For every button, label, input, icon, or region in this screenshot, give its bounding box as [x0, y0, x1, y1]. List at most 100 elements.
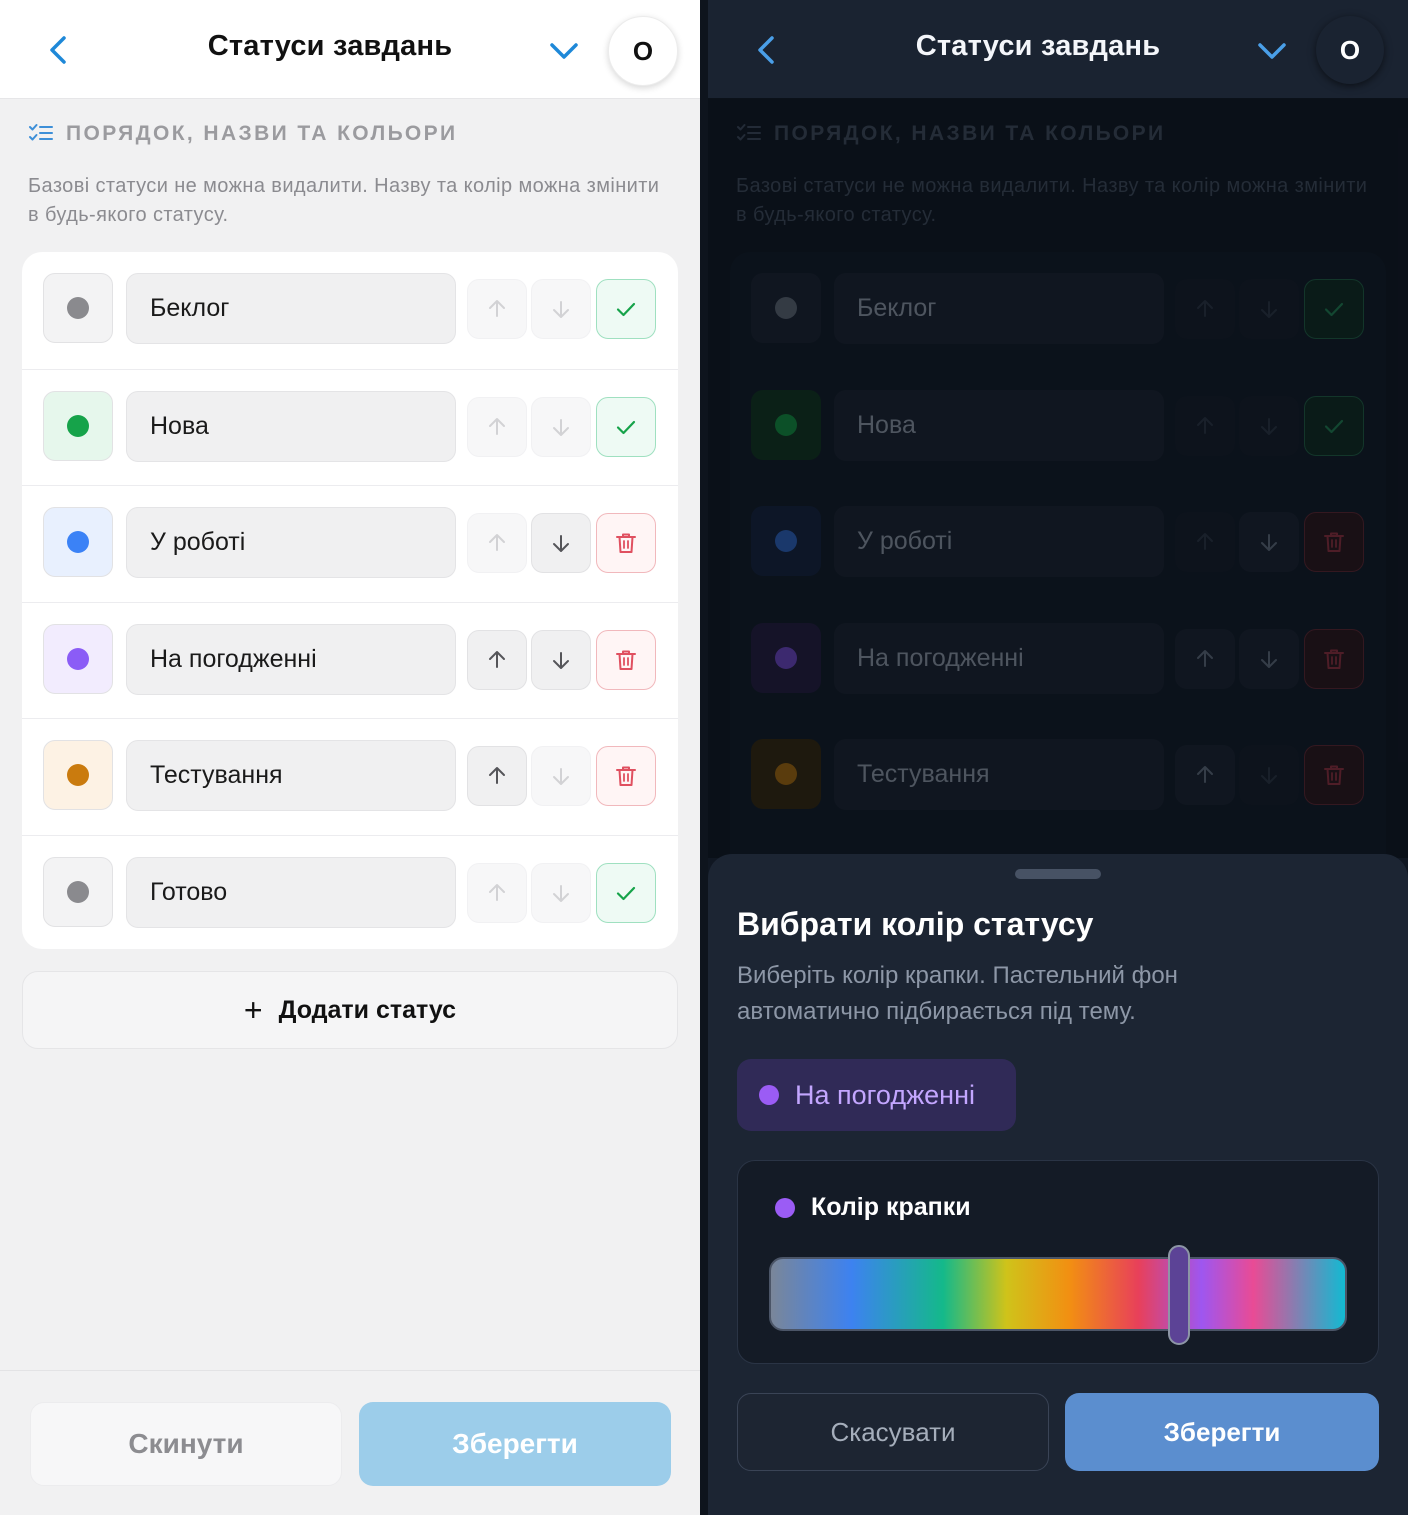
status-color-swatch[interactable] — [751, 622, 821, 693]
status-name-input[interactable]: Тестування — [834, 739, 1164, 810]
page-title-dark: Статуси завдань — [915, 30, 1161, 62]
move-down-button[interactable] — [1239, 279, 1299, 339]
section-description-dark: Базові статуси не можна видалити. Назву … — [736, 175, 1368, 226]
reset-button[interactable]: Скинути — [30, 1402, 342, 1486]
move-up-button[interactable] — [1175, 628, 1235, 689]
status-color-swatch[interactable] — [751, 506, 821, 576]
move-down-button[interactable] — [531, 629, 591, 690]
status-row: Тестування — [22, 718, 678, 835]
back-button-dark[interactable] — [750, 30, 786, 70]
trash-icon — [616, 766, 636, 786]
hue-slider-thumb[interactable] — [1168, 1245, 1190, 1345]
move-down-button[interactable] — [1239, 512, 1299, 572]
status-color-swatch[interactable] — [751, 273, 821, 343]
sheet-grab-handle[interactable] — [1015, 869, 1101, 879]
move-down-button[interactable] — [1239, 628, 1299, 689]
move-up-button[interactable] — [1175, 395, 1235, 456]
light-theme-screen: Статуси завдань О ПОРЯДОК, НАЗВИ ТА КОЛЬ… — [0, 0, 700, 1515]
confirm-button[interactable] — [596, 396, 656, 457]
delete-button[interactable] — [596, 746, 656, 806]
move-down-button[interactable] — [531, 746, 591, 806]
confirm-button[interactable] — [596, 862, 656, 923]
status-color-dot — [67, 414, 89, 437]
checkmark-icon — [616, 420, 636, 434]
status-row: На погодженні — [22, 601, 678, 719]
delete-button[interactable] — [1304, 512, 1364, 572]
confirm-button[interactable] — [1304, 395, 1364, 456]
avatar[interactable]: О — [608, 16, 678, 86]
chevron-left-icon — [50, 36, 66, 64]
move-up-button[interactable] — [467, 746, 527, 806]
move-up-button[interactable] — [1175, 512, 1235, 572]
arrow-up-icon — [489, 650, 505, 668]
move-down-button[interactable] — [531, 279, 591, 339]
cancel-button[interactable]: Скасувати — [737, 1393, 1049, 1471]
expand-menu-button-dark[interactable] — [1252, 34, 1292, 68]
status-row: Тестування — [730, 718, 1386, 834]
arrow-up-icon — [1197, 416, 1213, 434]
status-name-input[interactable]: Тестування — [126, 740, 456, 811]
move-down-button[interactable] — [1239, 745, 1299, 805]
status-color-swatch[interactable] — [43, 740, 113, 810]
move-up-button[interactable] — [467, 513, 527, 573]
status-color-swatch[interactable] — [43, 273, 113, 343]
status-color-dot — [775, 530, 797, 552]
status-list: Беклог Нова У роботі На погодженні Тестуванн… — [22, 252, 678, 949]
arrow-down-icon — [1261, 301, 1277, 318]
move-up-button[interactable] — [467, 862, 527, 923]
add-status-button[interactable]: + Додати статус — [22, 971, 678, 1049]
arrow-down-icon — [553, 884, 569, 902]
delete-button[interactable] — [1304, 745, 1364, 805]
sheet-description: Виберіть колір крапки. Пастельний фон ав… — [737, 962, 1178, 1025]
confirm-button[interactable] — [1304, 279, 1364, 339]
status-color-swatch[interactable] — [751, 739, 821, 809]
status-color-dot — [775, 413, 797, 436]
status-name-input[interactable]: У роботі — [126, 507, 456, 578]
page-title: Статуси завдань — [207, 30, 453, 62]
arrow-up-icon — [489, 300, 505, 317]
preview-dot — [759, 1085, 779, 1105]
status-name-input[interactable]: Нова — [834, 389, 1164, 461]
delete-button[interactable] — [596, 513, 656, 573]
save-button[interactable]: Зберегти — [359, 1402, 671, 1486]
move-down-button[interactable] — [531, 396, 591, 457]
status-color-swatch[interactable] — [43, 856, 113, 927]
status-row: Беклог — [22, 252, 678, 368]
avatar-dark[interactable]: О — [1316, 16, 1384, 84]
move-down-button[interactable] — [531, 513, 591, 573]
status-color-swatch[interactable] — [751, 389, 821, 460]
move-up-button[interactable] — [467, 629, 527, 690]
move-up-button[interactable] — [467, 279, 527, 339]
status-name-input[interactable]: Беклог — [126, 273, 456, 344]
move-down-button[interactable] — [1239, 395, 1299, 456]
status-color-swatch[interactable] — [43, 507, 113, 577]
arrow-up-icon — [1197, 766, 1213, 783]
status-name-input[interactable]: Нова — [126, 390, 456, 462]
status-name-input[interactable]: Беклог — [834, 273, 1164, 344]
trash-icon — [1324, 649, 1344, 669]
delete-button[interactable] — [596, 629, 656, 690]
checklist-icon — [29, 124, 53, 141]
status-name-input[interactable]: У роботі — [834, 506, 1164, 577]
panel-divider — [700, 0, 708, 1515]
status-row: Беклог — [730, 252, 1386, 368]
expand-menu-button[interactable] — [544, 34, 584, 68]
back-button[interactable] — [42, 30, 78, 70]
move-down-button[interactable] — [531, 862, 591, 923]
trash-icon — [1324, 532, 1344, 552]
move-up-button[interactable] — [1175, 279, 1235, 339]
delete-button[interactable] — [1304, 628, 1364, 689]
status-color-swatch[interactable] — [43, 623, 113, 694]
chevron-left-icon — [758, 36, 774, 64]
status-name-input[interactable]: На погодженні — [834, 622, 1164, 694]
status-name-input[interactable]: На погодженні — [126, 623, 456, 695]
move-up-button[interactable] — [467, 396, 527, 457]
status-color-swatch[interactable] — [43, 390, 113, 461]
move-up-button[interactable] — [1175, 745, 1235, 805]
status-color-dot — [67, 531, 89, 553]
confirm-button[interactable] — [596, 279, 656, 339]
arrow-up-icon — [489, 767, 505, 784]
save-color-button[interactable]: Зберегти — [1065, 1393, 1379, 1471]
hue-slider[interactable] — [769, 1245, 1347, 1345]
status-name-input[interactable]: Готово — [126, 856, 456, 928]
